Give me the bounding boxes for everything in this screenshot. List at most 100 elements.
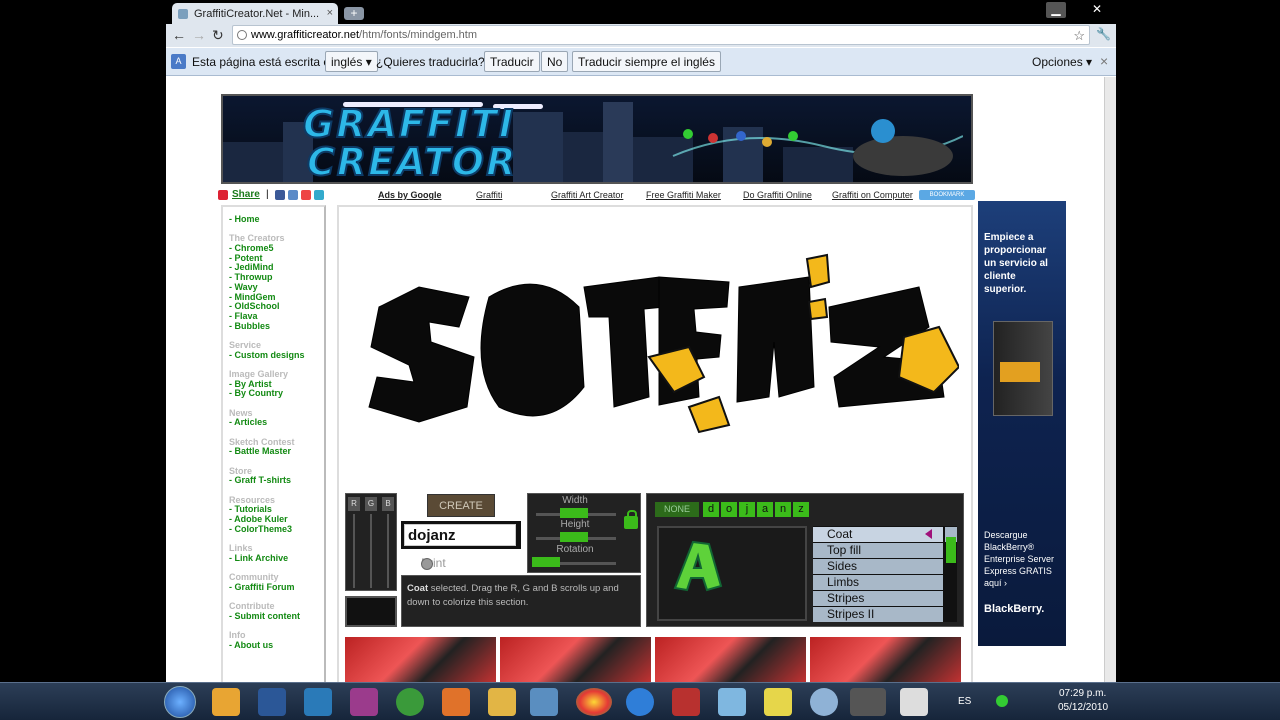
part-list-item[interactable]: Sides: [813, 559, 943, 574]
rotation-slider-thumb[interactable]: [532, 557, 560, 567]
gallery-thumb[interactable]: [655, 637, 806, 682]
folder-icon[interactable]: [488, 688, 516, 716]
sidebar-link[interactable]: - Link Archive: [229, 553, 324, 564]
wrench-icon[interactable]: 🔧: [1096, 27, 1111, 41]
part-list-item[interactable]: Stripes II: [813, 607, 943, 622]
letter-button[interactable]: n: [775, 502, 791, 517]
chrome-icon[interactable]: [576, 688, 612, 716]
browser-tab[interactable]: GraffitiCreator.Net - Min... ×: [172, 3, 338, 24]
part-list-item[interactable]: Coat: [813, 527, 943, 542]
page-scrollbar[interactable]: [1104, 77, 1116, 682]
part-list-item[interactable]: Top fill: [813, 543, 943, 558]
tray-status-icon[interactable]: [996, 695, 1008, 707]
address-bar[interactable]: www.graffiticreator.net/htm/fonts/mindge…: [232, 25, 1090, 45]
translate-button[interactable]: Traducir: [484, 51, 540, 72]
sidebar-link[interactable]: - Articles: [229, 418, 324, 428]
messenger-icon[interactable]: [396, 688, 424, 716]
sidebar-link[interactable]: - ColorTheme3: [229, 524, 324, 535]
winrar-icon[interactable]: [350, 688, 378, 716]
always-translate-button[interactable]: Traducir siempre el inglés: [572, 51, 721, 72]
sidebar-item-home[interactable]: - Home: [229, 214, 324, 225]
letter-button[interactable]: z: [793, 502, 809, 517]
height-slider-thumb[interactable]: [560, 532, 588, 542]
paint-icon[interactable]: [442, 688, 470, 716]
none-button[interactable]: NONE: [655, 502, 699, 517]
translate-close-icon[interactable]: ×: [1100, 53, 1108, 69]
clock-date[interactable]: 05/12/2010: [1058, 702, 1108, 713]
letter-button[interactable]: d: [703, 502, 719, 517]
graffiti-text-input[interactable]: [404, 524, 516, 546]
myspace-icon[interactable]: [288, 190, 298, 200]
minimize-button[interactable]: ▁: [1046, 2, 1066, 18]
sidebar-link[interactable]: - By Country: [229, 389, 324, 399]
ie-icon[interactable]: [626, 688, 654, 716]
b-label: B: [382, 497, 394, 511]
part-list-item[interactable]: Stripes: [813, 591, 943, 606]
print-radio[interactable]: [421, 558, 433, 570]
sidebar-link[interactable]: - Graffiti Forum: [229, 582, 324, 593]
new-tab-button[interactable]: +: [344, 7, 364, 20]
word-icon[interactable]: [258, 688, 286, 716]
network-icon[interactable]: [530, 688, 558, 716]
google-icon[interactable]: [301, 190, 311, 200]
r-slider[interactable]: [353, 514, 355, 588]
letter-button[interactable]: o: [721, 502, 737, 517]
language-indicator[interactable]: ES: [958, 696, 971, 707]
reload-icon[interactable]: ↻: [212, 27, 224, 44]
close-window-button[interactable]: ✕: [1088, 2, 1106, 18]
clock-time[interactable]: 07:29 p.m.: [1059, 688, 1106, 699]
sidebar-link[interactable]: - Battle Master: [229, 447, 324, 457]
app3-icon[interactable]: [810, 688, 838, 716]
lock-icon[interactable]: [624, 510, 638, 529]
tab-close-icon[interactable]: ×: [327, 7, 333, 19]
options-menu[interactable]: Opciones ▾: [1032, 55, 1092, 69]
sidebar-link[interactable]: - About us: [229, 640, 324, 651]
app-icon[interactable]: [304, 688, 332, 716]
sidebar-link[interactable]: - Bubbles: [229, 321, 324, 332]
share-link[interactable]: Share: [232, 189, 260, 200]
facebook-icon[interactable]: [275, 190, 285, 200]
app2-icon[interactable]: [718, 688, 746, 716]
part-list: Coat Top fill Sides Limbs Stripes Stripes II: [813, 526, 957, 622]
start-button[interactable]: [164, 686, 196, 718]
site-banner[interactable]: GRAFFITI CREATOR: [221, 94, 973, 184]
sidebar-link[interactable]: - Custom designs: [229, 350, 324, 361]
notes-icon[interactable]: [764, 688, 792, 716]
print-option[interactable]: Print: [404, 556, 446, 570]
create-button[interactable]: CREATE: [427, 494, 495, 517]
no-button[interactable]: No: [541, 51, 569, 72]
g-slider[interactable]: [370, 514, 372, 588]
windows-taskbar: ES 07:29 p.m. 05/12/2010: [0, 682, 1280, 720]
share-separator: |: [266, 189, 269, 200]
letter-button[interactable]: a: [757, 502, 773, 517]
gallery-thumb[interactable]: [810, 637, 961, 682]
bookmark-button[interactable]: BOOKMARK: [919, 190, 975, 200]
part-list-scrollbar[interactable]: [945, 527, 957, 563]
graffiti-art-creator-link[interactable]: Graffiti Art Creator: [551, 190, 623, 200]
rgb-sliders[interactable]: R G B: [345, 493, 397, 591]
sidebar-link[interactable]: - Graff T-shirts: [229, 476, 324, 486]
part-list-item[interactable]: Limbs: [813, 575, 943, 590]
letter-button[interactable]: j: [739, 502, 755, 517]
free-graffiti-maker-link[interactable]: Free Graffiti Maker: [646, 190, 721, 200]
bookmark-star-icon[interactable]: ☆: [1073, 28, 1085, 44]
forward-icon[interactable]: →: [192, 27, 206, 43]
language-select[interactable]: inglés ▾: [325, 51, 378, 72]
document-icon[interactable]: [900, 688, 928, 716]
back-icon[interactable]: ←: [172, 27, 186, 43]
width-label: Width: [562, 495, 588, 506]
gallery-thumb[interactable]: [500, 637, 651, 682]
media-player-icon[interactable]: [212, 688, 240, 716]
sidebar-link[interactable]: - Submit content: [229, 611, 324, 622]
twitter-icon[interactable]: [314, 190, 324, 200]
width-slider-thumb[interactable]: [560, 508, 588, 518]
video-app-icon[interactable]: [672, 688, 700, 716]
graffiti-link[interactable]: Graffiti: [476, 190, 502, 200]
gallery-thumb[interactable]: [345, 637, 496, 682]
recorder-icon[interactable]: [850, 688, 886, 716]
graffiti-on-computer-link[interactable]: Graffiti on Computer: [832, 190, 913, 200]
ads-by-google-link[interactable]: Ads by Google: [378, 190, 442, 200]
do-graffiti-online-link[interactable]: Do Graffiti Online: [743, 190, 812, 200]
blackberry-ad[interactable]: Empiece a proporcionar un servicio al cl…: [978, 201, 1066, 646]
b-slider[interactable]: [387, 514, 389, 588]
